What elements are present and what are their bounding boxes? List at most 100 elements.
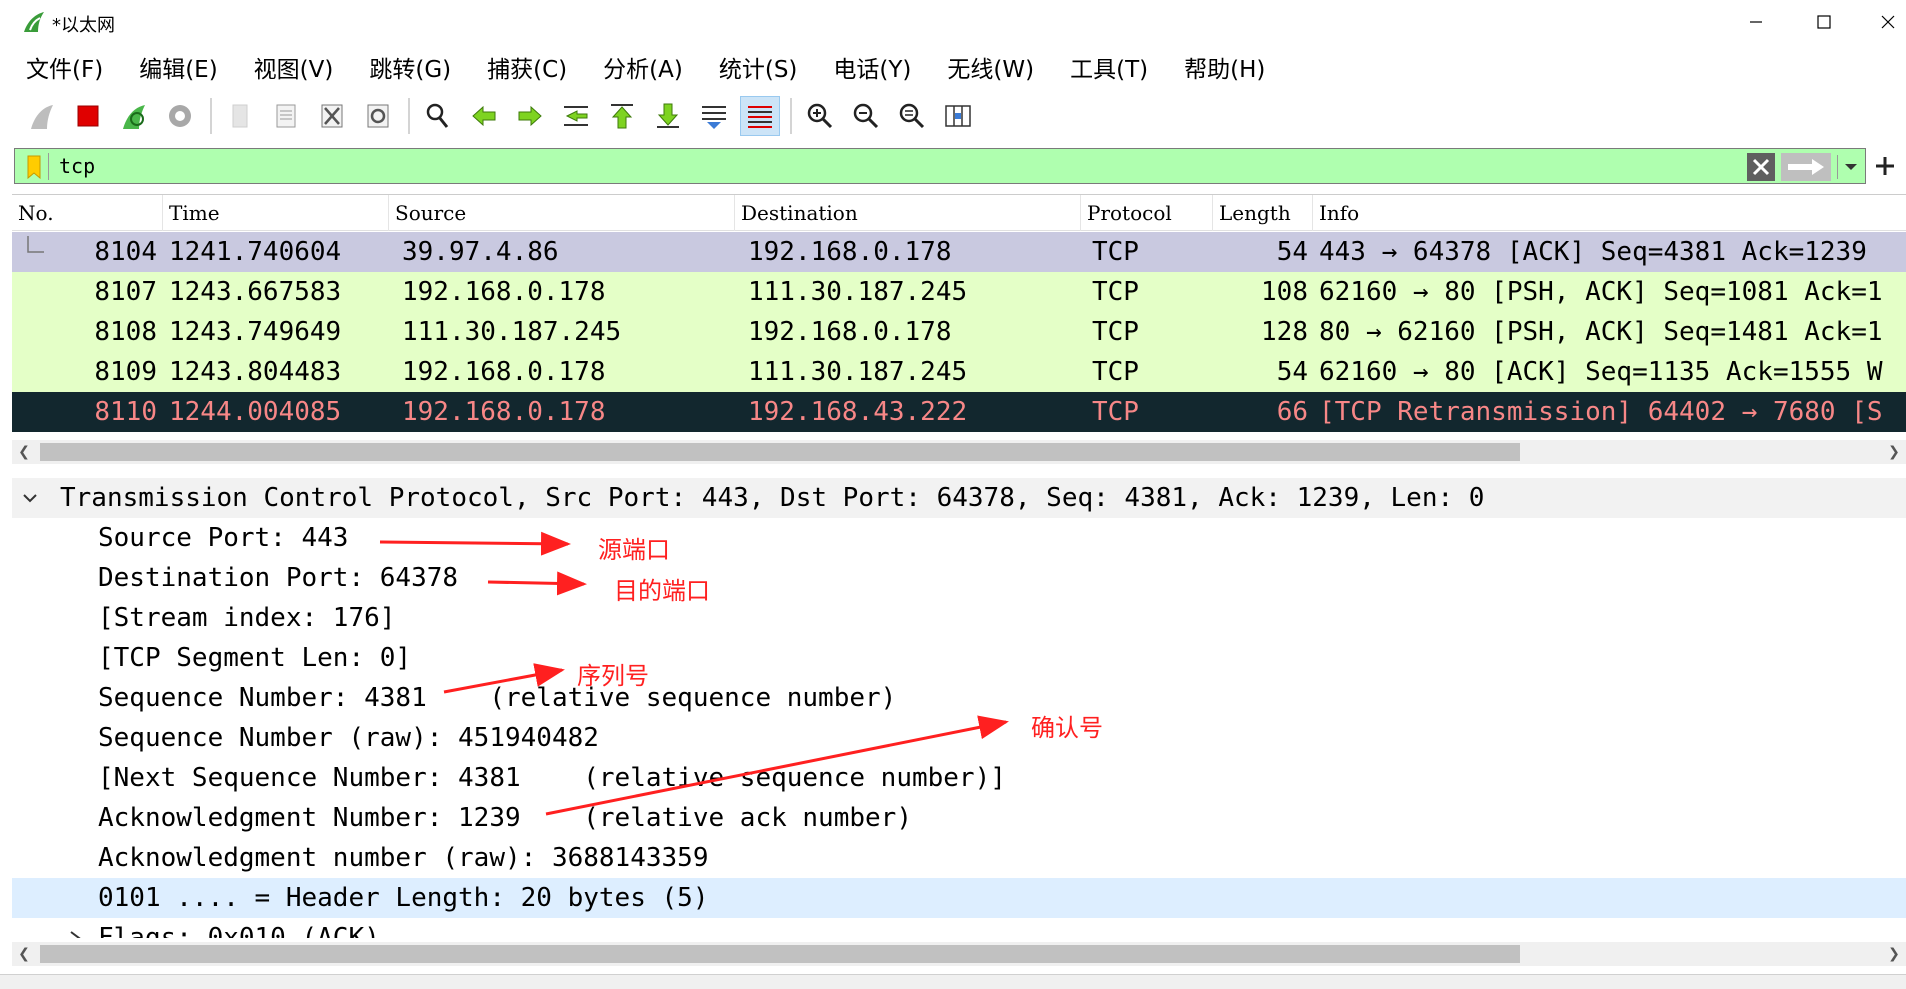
packet-protocol: TCP — [1092, 237, 1139, 267]
column-header-source[interactable]: Source — [389, 195, 735, 231]
scrollbar-thumb[interactable] — [40, 443, 1520, 461]
packet-list-hscrollbar[interactable]: ❮ ❯ — [12, 440, 1906, 464]
tree-item-label: Destination Port: 64378 — [98, 563, 459, 593]
zoom-in-icon[interactable] — [800, 96, 840, 136]
table-row[interactable]: 8107 1243.667583 192.168.0.178 111.30.18… — [12, 272, 1906, 312]
menu-help[interactable]: 帮助(H) — [1184, 50, 1265, 84]
packet-length: 128 — [1261, 317, 1308, 347]
go-forward-icon[interactable] — [510, 96, 550, 136]
capture-options-icon[interactable] — [160, 96, 200, 136]
tree-item[interactable]: 0101 .... = Header Length: 20 bytes (5) — [12, 878, 1906, 918]
menu-bar: 文件(F) 编辑(E) 视图(V) 跳转(G) 捕获(C) 分析(A) 统计(S… — [0, 48, 1906, 86]
tree-item[interactable]: Destination Port: 64378 — [12, 558, 1906, 598]
menu-file[interactable]: 文件(F) — [26, 50, 103, 84]
bookmark-icon[interactable] — [19, 153, 49, 180]
minimize-button[interactable] — [1728, 6, 1784, 38]
column-header-destination[interactable]: Destination — [735, 195, 1081, 231]
table-row[interactable]: 8109 1243.804483 192.168.0.178 111.30.18… — [12, 352, 1906, 392]
go-to-packet-icon[interactable] — [556, 96, 596, 136]
tree-item[interactable]: [TCP Segment Len: 0] — [12, 638, 1906, 678]
scrollbar-thumb[interactable] — [40, 945, 1520, 963]
tree-item[interactable]: Source Port: 443 — [12, 518, 1906, 558]
status-bar — [0, 974, 1906, 989]
packet-info: 80 → 62160 [PSH, ACK] Seq=1481 Ack=1 — [1319, 317, 1883, 347]
display-filter-bar — [14, 148, 1866, 184]
auto-scroll-icon[interactable] — [694, 96, 734, 136]
table-row[interactable]: 8108 1243.749649 111.30.187.245 192.168.… — [12, 312, 1906, 352]
column-header-length[interactable]: Length — [1213, 195, 1313, 231]
tree-item[interactable]: [Stream index: 176] — [12, 598, 1906, 638]
packet-protocol: TCP — [1092, 357, 1139, 387]
scroll-left-icon[interactable]: ❮ — [12, 942, 36, 966]
table-row[interactable]: 8110 1244.004085 192.168.0.178 192.168.4… — [12, 392, 1906, 432]
shark-fin-start-icon[interactable] — [22, 96, 62, 136]
scroll-right-icon[interactable]: ❯ — [1882, 942, 1906, 966]
chevron-right-icon[interactable] — [68, 930, 82, 938]
tree-item-label: [Stream index: 176] — [98, 603, 396, 633]
menu-capture[interactable]: 捕获(C) — [487, 50, 567, 84]
reload-file-icon[interactable] — [358, 96, 398, 136]
go-back-icon[interactable] — [464, 96, 504, 136]
packet-info: 62160 → 80 [PSH, ACK] Seq=1081 Ack=1 — [1319, 277, 1883, 307]
tree-item-tcp-header[interactable]: Transmission Control Protocol, Src Port:… — [12, 478, 1906, 518]
annotation-dest-port: 目的端口 — [614, 577, 710, 605]
packet-protocol: TCP — [1092, 277, 1139, 307]
column-header-info[interactable]: Info — [1313, 195, 1906, 231]
packet-source: 192.168.0.178 — [402, 277, 606, 307]
zoom-out-icon[interactable] — [846, 96, 886, 136]
packet-time: 1241.740604 — [169, 237, 342, 267]
column-header-protocol[interactable]: Protocol — [1081, 195, 1213, 231]
zoom-normal-icon[interactable] — [892, 96, 932, 136]
menu-analyze[interactable]: 分析(A) — [603, 50, 683, 84]
tree-item-label: Sequence Number: 4381 (relative sequence… — [98, 683, 897, 713]
add-filter-button[interactable] — [1870, 150, 1900, 182]
save-file-icon[interactable] — [266, 96, 306, 136]
tree-item-label: Source Port: 443 — [98, 523, 349, 553]
clear-filter-icon[interactable] — [1747, 153, 1775, 181]
menu-go[interactable]: 跳转(G) — [369, 50, 451, 84]
chevron-down-icon[interactable] — [1837, 155, 1863, 179]
packet-protocol: TCP — [1092, 397, 1139, 427]
scroll-left-icon[interactable]: ❮ — [12, 440, 36, 464]
tree-item-label: [TCP Segment Len: 0] — [98, 643, 412, 673]
table-row[interactable]: 8104 1241.740604 39.97.4.86 192.168.0.17… — [12, 232, 1906, 272]
maximize-button[interactable] — [1796, 6, 1852, 38]
tree-item-label: Acknowledgment number (raw): 3688143359 — [98, 843, 709, 873]
column-header-time[interactable]: Time — [163, 195, 389, 231]
scroll-right-icon[interactable]: ❯ — [1882, 440, 1906, 464]
menu-tools[interactable]: 工具(T) — [1070, 50, 1148, 84]
go-last-icon[interactable] — [648, 96, 688, 136]
tree-item[interactable]: Acknowledgment Number: 1239 (relative ac… — [12, 798, 1906, 838]
close-button[interactable] — [1860, 6, 1906, 38]
stop-capture-icon[interactable] — [68, 96, 108, 136]
details-hscrollbar[interactable]: ❮ ❯ — [12, 942, 1906, 966]
go-first-icon[interactable] — [602, 96, 642, 136]
tree-line-icon — [27, 236, 44, 253]
colorize-icon[interactable] — [740, 96, 780, 136]
tree-item[interactable]: Acknowledgment number (raw): 3688143359 — [12, 838, 1906, 878]
menu-statistics[interactable]: 统计(S) — [719, 50, 798, 84]
packet-destination: 192.168.0.178 — [748, 317, 952, 347]
menu-edit[interactable]: 编辑(E) — [139, 50, 217, 84]
packet-no: 8109 — [94, 357, 157, 387]
tree-item[interactable]: Sequence Number: 4381 (relative sequence… — [12, 678, 1906, 718]
find-packet-icon[interactable] — [418, 96, 458, 136]
annotation-ack-number: 确认号 — [1031, 714, 1103, 742]
menu-view[interactable]: 视图(V) — [254, 50, 334, 84]
menu-telephony[interactable]: 电话(Y) — [833, 50, 911, 84]
column-header-no[interactable]: No. — [12, 195, 163, 231]
display-filter-input[interactable] — [59, 151, 1759, 181]
tree-item[interactable]: [Next Sequence Number: 4381 (relative se… — [12, 758, 1906, 798]
restart-capture-icon[interactable] — [114, 96, 154, 136]
tree-item[interactable]: Sequence Number (raw): 451940482 — [12, 718, 1906, 758]
packet-length: 108 — [1261, 277, 1308, 307]
packet-list[interactable]: No. Time Source Destination Protocol Len… — [12, 194, 1906, 434]
chevron-down-icon[interactable] — [22, 490, 38, 506]
open-file-icon[interactable] — [220, 96, 260, 136]
resize-columns-icon[interactable] — [938, 96, 978, 136]
tree-item[interactable]: Flags: 0x010 (ACK) — [12, 918, 1906, 938]
close-file-icon[interactable] — [312, 96, 352, 136]
apply-filter-arrow-icon[interactable] — [1781, 153, 1831, 181]
menu-wireless[interactable]: 无线(W) — [947, 50, 1034, 84]
packet-details-pane[interactable]: Transmission Control Protocol, Src Port:… — [12, 478, 1906, 938]
